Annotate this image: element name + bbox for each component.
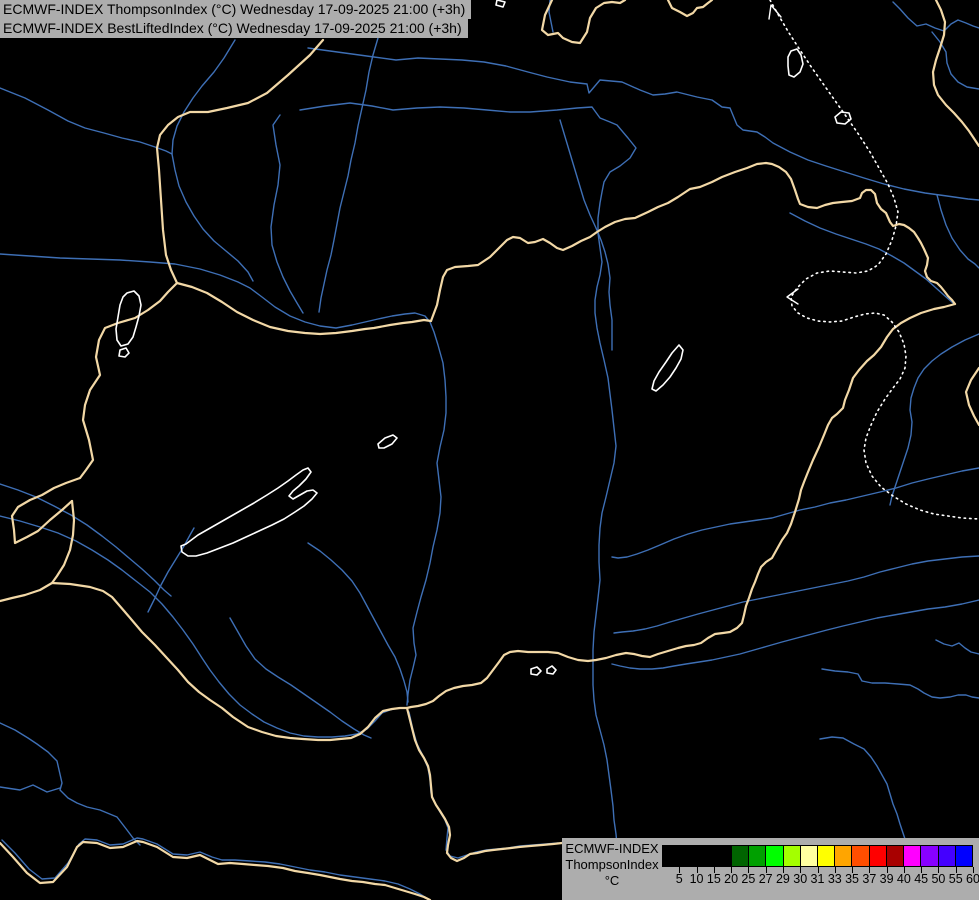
scale-tick-label: 37 xyxy=(862,872,877,886)
scale-tick-label: 60 xyxy=(966,872,979,886)
scale-cell xyxy=(697,846,715,866)
scale-tick-label: 30 xyxy=(793,872,808,886)
scale-cell xyxy=(921,846,939,866)
scale-tick-label: 10 xyxy=(689,872,704,886)
scale-tick-label: 27 xyxy=(758,872,773,886)
legend-title: ECMWF-INDEX ThompsonIndex °C xyxy=(562,841,662,889)
weather-map-screen: ECMWF-INDEX ThompsonIndex (°C) Wednesday… xyxy=(0,0,979,900)
scale-cell xyxy=(680,846,698,866)
scale-cell xyxy=(783,846,801,866)
scale-cell xyxy=(766,846,784,866)
scale-tick-label: 25 xyxy=(741,872,756,886)
map-background xyxy=(0,0,979,900)
scale-tick-label: 29 xyxy=(775,872,790,886)
scale-cell xyxy=(886,846,905,866)
scale-tick-label: 39 xyxy=(879,872,894,886)
forecast-header-line-2: ECMWF-INDEX BestLiftedIndex (°C) Wednesd… xyxy=(0,19,468,38)
scale-cell xyxy=(749,846,767,866)
scale-tick-label: 55 xyxy=(948,872,963,886)
scale-cell xyxy=(955,846,972,866)
forecast-header: ECMWF-INDEX ThompsonIndex (°C) Wednesday… xyxy=(0,0,472,38)
scale-tick-label: 31 xyxy=(810,872,825,886)
scale-cell xyxy=(852,846,870,866)
scale-cell xyxy=(800,846,818,866)
scale-tick-label: 35 xyxy=(845,872,859,886)
scale-tick-label: 33 xyxy=(827,872,842,886)
legend-title-unit: °C xyxy=(604,873,620,888)
scale-cell xyxy=(869,846,887,866)
forecast-header-line-1: ECMWF-INDEX ThompsonIndex (°C) Wednesday… xyxy=(0,0,472,19)
color-scale-legend: ECMWF-INDEX ThompsonIndex °C 5 10 15 20 25 27… xyxy=(562,838,979,900)
legend-title-model: ECMWF-INDEX xyxy=(565,841,659,856)
scale-tick-label: 40 xyxy=(896,872,911,886)
scale-cell xyxy=(817,846,836,866)
scale-tick-label: 50 xyxy=(931,872,946,886)
legend-title-index: ThompsonIndex xyxy=(565,857,659,872)
map-canvas xyxy=(0,0,979,900)
scale-cell xyxy=(663,846,681,866)
scale-cell xyxy=(835,846,853,866)
color-scale-bar xyxy=(662,845,973,867)
scale-cell xyxy=(731,846,750,866)
scale-cell xyxy=(714,846,732,866)
scale-cell xyxy=(938,846,956,866)
scale-cell xyxy=(904,846,922,866)
scale-tick-label: 20 xyxy=(724,872,739,886)
scale-tick-label: 15 xyxy=(706,872,721,886)
scale-tick-label: 5 xyxy=(675,872,683,886)
scale-tick-label: 45 xyxy=(914,872,929,886)
